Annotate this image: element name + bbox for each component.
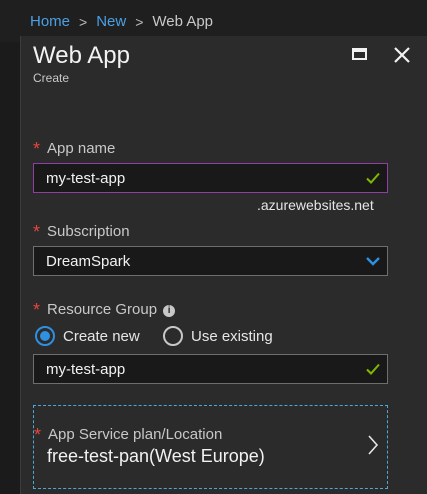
app-service-plan-label-text: App Service plan/Location — [48, 426, 223, 443]
checkmark-icon — [366, 363, 380, 375]
chevron-right-icon — [368, 435, 379, 455]
radio-create-new[interactable]: Create new — [35, 326, 140, 346]
radio-create-new-label: Create new — [63, 327, 140, 345]
maximize-button[interactable] — [351, 46, 371, 64]
breadcrumb-current: Web App — [152, 13, 214, 30]
resource-group-label-text: Resource Group — [47, 301, 158, 318]
app-service-plan-label: * App Service plan/Location — [34, 423, 223, 445]
radio-button-unselected[interactable] — [163, 326, 183, 346]
resource-group-label: * Resource Group i — [33, 298, 176, 320]
chevron-down-icon — [366, 257, 380, 266]
blade-subtitle: Create — [33, 71, 70, 85]
breadcrumb-separator: > — [79, 13, 88, 30]
app-name-value: my-test-app — [46, 170, 126, 187]
resource-group-value: my-test-app — [46, 361, 126, 378]
subscription-select[interactable]: DreamSpark — [33, 246, 388, 276]
subscription-label-text: Subscription — [47, 223, 130, 240]
close-button[interactable] — [391, 44, 413, 66]
subscription-value: DreamSpark — [46, 253, 131, 270]
required-mark: * — [33, 222, 41, 242]
subscription-label: * Subscription — [33, 220, 130, 242]
resource-group-input[interactable]: my-test-app — [33, 354, 388, 384]
info-icon[interactable]: i — [163, 305, 176, 317]
app-name-label-text: App name — [47, 140, 116, 157]
app-frame: Home > New > Web App Web App Create * App… — [0, 0, 427, 494]
blade-title: Web App — [33, 42, 130, 69]
app-name-input[interactable]: my-test-app — [33, 163, 388, 193]
radio-use-existing-label: Use existing — [191, 327, 273, 345]
checkmark-icon — [366, 172, 380, 184]
breadcrumb: Home > New > Web App — [30, 13, 213, 30]
domain-suffix: .azurewebsites.net — [257, 197, 374, 213]
required-mark: * — [33, 300, 41, 320]
breadcrumb-home-link[interactable]: Home — [30, 13, 70, 30]
radio-button-selected[interactable] — [35, 326, 55, 346]
breadcrumb-new-link[interactable]: New — [96, 13, 126, 30]
close-icon — [394, 47, 410, 63]
required-mark: * — [34, 425, 42, 445]
app-service-plan-selector[interactable]: * App Service plan/Location free-test-pan… — [33, 405, 388, 489]
breadcrumb-separator: > — [135, 13, 144, 30]
app-service-plan-value: free-test-pan(West Europe) — [47, 446, 265, 466]
app-name-label: * App name — [33, 137, 116, 159]
radio-use-existing[interactable]: Use existing — [163, 326, 273, 346]
maximize-icon — [352, 48, 367, 60]
required-mark: * — [33, 139, 41, 159]
web-app-blade: Web App Create * App name my-test-app .az… — [20, 36, 427, 494]
